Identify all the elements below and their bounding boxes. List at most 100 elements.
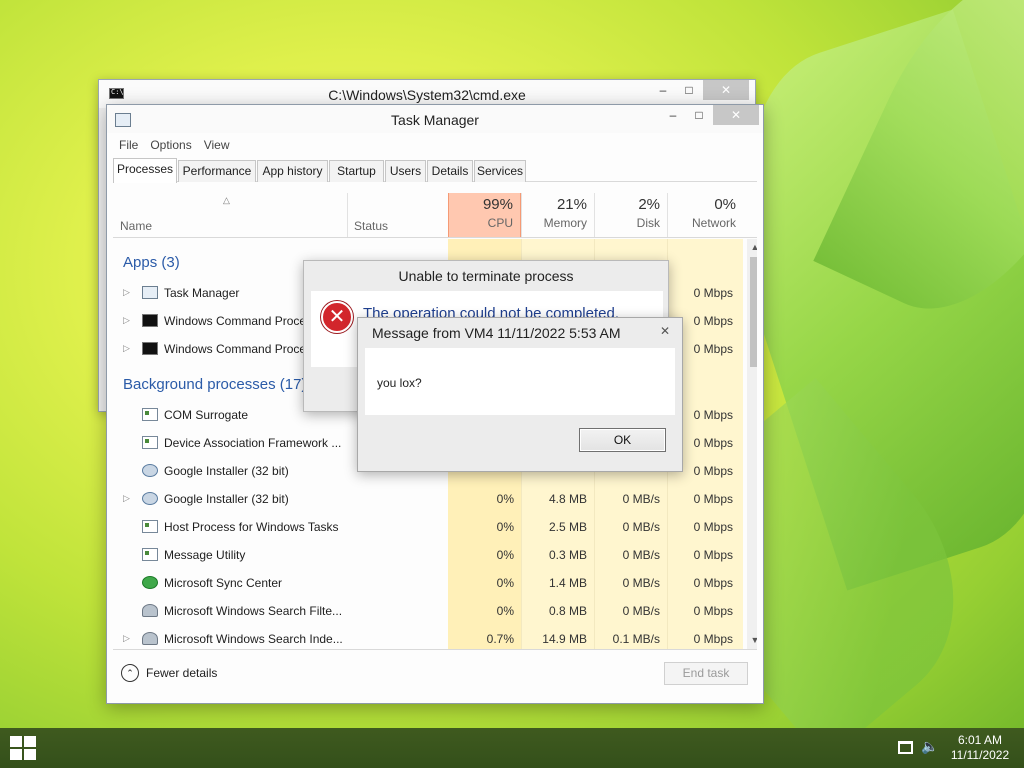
process-network: 0 Mbps	[693, 520, 733, 534]
menu-bar: File Options View	[113, 136, 236, 154]
close-button[interactable]: ✕	[703, 80, 749, 100]
process-memory: 0.8 MB	[548, 604, 587, 618]
vertical-scrollbar[interactable]: ▲ ▼	[747, 239, 757, 649]
process-row[interactable]: ▷ Google Installer (32 bit) 0% 4.8 MB 0 …	[113, 485, 743, 513]
process-name: Google Installer (32 bit)	[164, 464, 289, 478]
apps-section-header: Apps (3)	[123, 254, 180, 271]
process-network: 0 Mbps	[693, 604, 733, 618]
close-button[interactable]: ✕	[713, 105, 759, 125]
windows-start-icon[interactable]	[10, 736, 38, 760]
installer-icon	[142, 464, 158, 477]
tab-services[interactable]: Services	[474, 160, 526, 182]
process-disk: 0 MB/s	[622, 576, 660, 590]
user-icon	[142, 632, 158, 645]
process-network: 0 Mbps	[693, 548, 733, 562]
menu-file[interactable]: File	[113, 136, 144, 154]
message-text: you lox?	[377, 376, 422, 390]
process-name: Microsoft Windows Search Inde...	[164, 632, 343, 646]
memory-label: Memory	[543, 216, 587, 230]
background-section-header: Background processes (17)	[123, 376, 307, 393]
column-header-row: △ Name Status 99% CPU 21% Memory 2% Disk…	[113, 193, 757, 238]
cpu-percent: 99%	[482, 196, 513, 213]
process-name: Microsoft Sync Center	[164, 576, 283, 590]
scroll-up-icon[interactable]: ▲	[747, 242, 757, 252]
process-disk: 0 MB/s	[622, 548, 660, 562]
process-cpu: 0%	[496, 520, 514, 534]
process-cpu: 0%	[496, 548, 514, 562]
column-disk-header[interactable]: 2% Disk	[594, 193, 667, 237]
column-network-header[interactable]: 0% Network	[667, 193, 743, 237]
process-network: 0 Mbps	[693, 286, 733, 300]
tab-processes[interactable]: Processes	[113, 158, 177, 183]
expand-arrow-icon[interactable]: ▷	[123, 633, 130, 644]
service-icon	[142, 436, 158, 449]
ok-button[interactable]: OK	[579, 428, 666, 452]
service-icon	[142, 520, 158, 533]
process-network: 0 Mbps	[693, 576, 733, 590]
network-icon[interactable]	[898, 741, 913, 754]
process-row[interactable]: Host Process for Windows Tasks 0% 2.5 MB…	[113, 513, 743, 541]
sort-arrow-icon: △	[223, 195, 230, 205]
column-cpu-header[interactable]: 99% CPU	[448, 193, 521, 237]
scroll-down-icon[interactable]: ▼	[747, 635, 757, 645]
process-memory: 2.5 MB	[548, 520, 587, 534]
tab-app-history[interactable]: App history	[257, 160, 328, 182]
expand-arrow-icon[interactable]: ▷	[123, 287, 130, 298]
installer-icon	[142, 492, 158, 505]
footer-bar: ⌃ Fewer details End task	[113, 649, 757, 697]
service-icon	[142, 548, 158, 561]
memory-percent: 21%	[556, 196, 587, 213]
process-network: 0 Mbps	[693, 632, 733, 646]
task-manager-title-bar[interactable]: Task Manager – □ ✕	[107, 105, 763, 133]
message-dialog-title: Message from VM4 11/11/2022 5:53 AM	[372, 325, 621, 341]
process-row[interactable]: Microsoft Sync Center 0% 1.4 MB 0 MB/s 0…	[113, 569, 743, 597]
clock[interactable]: 6:01 AM 11/11/2022	[945, 733, 1015, 763]
clock-time: 6:01 AM	[957, 733, 1003, 747]
minimize-button[interactable]: –	[661, 105, 685, 125]
taskbar: 🔈 6:01 AM 11/11/2022	[0, 728, 1024, 768]
end-task-button[interactable]: End task	[664, 662, 748, 685]
process-name: Google Installer (32 bit)	[164, 492, 289, 506]
sync-icon	[142, 576, 158, 589]
process-disk: 0 MB/s	[622, 492, 660, 506]
tab-performance[interactable]: Performance	[178, 160, 256, 182]
minimize-button[interactable]: –	[651, 80, 675, 100]
process-name: Device Association Framework ...	[164, 436, 342, 450]
maximize-button[interactable]: □	[677, 80, 701, 100]
service-icon	[142, 408, 158, 421]
process-cpu: 0%	[496, 492, 514, 506]
tab-users[interactable]: Users	[385, 160, 426, 182]
message-dialog-content: you lox?	[365, 348, 675, 415]
process-disk: 0 MB/s	[622, 604, 660, 618]
expand-arrow-icon[interactable]: ▷	[123, 315, 130, 326]
process-memory: 1.4 MB	[548, 576, 587, 590]
process-network: 0 Mbps	[693, 492, 733, 506]
process-row[interactable]: Microsoft Windows Search Filte... 0% 0.8…	[113, 597, 743, 625]
chevron-up-icon[interactable]: ⌃	[121, 664, 139, 682]
process-cpu: 0%	[496, 604, 514, 618]
fewer-details-link[interactable]: Fewer details	[146, 666, 217, 680]
scrollbar-thumb[interactable]	[750, 257, 757, 367]
process-memory: 0.3 MB	[548, 548, 587, 562]
process-cpu: 0%	[496, 576, 514, 590]
process-row[interactable]: Message Utility 0% 0.3 MB 0 MB/s 0 Mbps	[113, 541, 743, 569]
volume-icon[interactable]: 🔈	[921, 738, 938, 755]
column-memory-header[interactable]: 21% Memory	[521, 193, 594, 237]
maximize-button[interactable]: □	[687, 105, 711, 125]
menu-options[interactable]: Options	[144, 136, 197, 154]
tab-details[interactable]: Details	[427, 160, 473, 182]
cmd-icon	[142, 342, 158, 355]
menu-view[interactable]: View	[198, 136, 236, 154]
close-icon[interactable]: ✕	[654, 322, 676, 340]
tab-startup[interactable]: Startup	[329, 160, 384, 182]
column-name-header[interactable]: Name	[120, 219, 152, 233]
column-status-header[interactable]: Status	[354, 219, 388, 233]
expand-arrow-icon[interactable]: ▷	[123, 493, 130, 504]
disk-label: Disk	[636, 216, 660, 230]
process-row[interactable]: ▷ Microsoft Windows Search Inde... 0.7% …	[113, 625, 743, 649]
error-dialog-title: Unable to terminate process	[398, 268, 574, 284]
expand-arrow-icon[interactable]: ▷	[123, 343, 130, 354]
process-disk: 0.1 MB/s	[612, 632, 660, 646]
process-name: Microsoft Windows Search Filte...	[164, 604, 343, 618]
process-name: Message Utility	[164, 548, 246, 562]
